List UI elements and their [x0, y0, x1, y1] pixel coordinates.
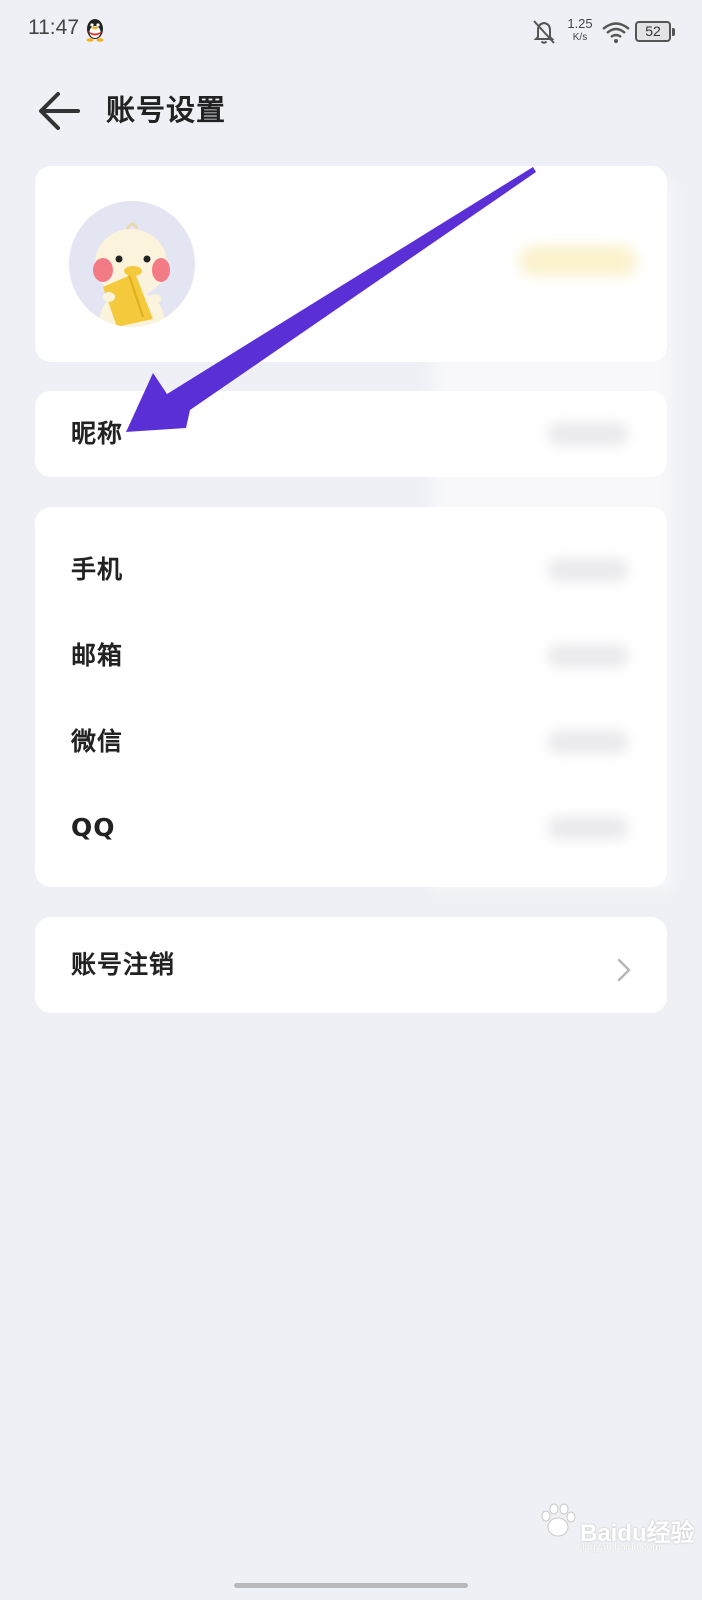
- network-speed: 1.25 K/s: [565, 17, 595, 43]
- watermark: Baidu经验 jingyan.baidu.com: [536, 1495, 695, 1555]
- duck-avatar-icon: [69, 201, 195, 327]
- binding-row-qq[interactable]: QQ: [35, 785, 667, 871]
- chevron-right-icon: [617, 958, 631, 982]
- nickname-label: 昵称: [71, 419, 124, 448]
- avatar[interactable]: [69, 201, 195, 327]
- masked-value: [547, 558, 629, 582]
- network-speed-unit: K/s: [572, 32, 588, 43]
- battery-tip: [672, 28, 675, 36]
- profile-card[interactable]: [35, 166, 667, 362]
- page-title: 账号设置: [106, 93, 227, 127]
- binding-label: 手机: [71, 555, 124, 584]
- masked-value: [547, 422, 629, 446]
- status-bar: 11:47 1.25 K/s 52: [0, 0, 702, 64]
- binding-label: 邮箱: [71, 641, 124, 670]
- battery-level: 52: [645, 23, 661, 39]
- binding-row-phone[interactable]: 手机: [35, 527, 667, 613]
- binding-label: QQ: [71, 813, 116, 842]
- nickname-card[interactable]: 昵称: [35, 391, 667, 477]
- cancel-account-row[interactable]: 账号注销: [35, 922, 667, 1008]
- masked-value: [547, 816, 629, 840]
- home-indicator[interactable]: [234, 1583, 468, 1588]
- arrow-left-icon[interactable]: [34, 86, 84, 136]
- bell-off-icon: [533, 20, 555, 44]
- battery-icon: 52: [635, 21, 675, 42]
- binding-label: 微信: [71, 727, 124, 756]
- status-time: 11:47: [28, 16, 79, 39]
- binding-row-wechat[interactable]: 微信: [35, 699, 667, 785]
- masked-username: [519, 246, 637, 276]
- bindings-card: 手机 邮箱 微信 QQ: [35, 507, 667, 887]
- masked-value: [547, 644, 629, 668]
- paw-icon: [541, 1503, 576, 1537]
- wifi-icon: [602, 22, 630, 43]
- masked-value: [547, 730, 629, 754]
- cancel-account-card[interactable]: 账号注销: [35, 917, 667, 1013]
- binding-row-email[interactable]: 邮箱: [35, 613, 667, 699]
- nickname-row[interactable]: 昵称: [35, 391, 667, 477]
- network-speed-value: 1.25: [567, 16, 593, 31]
- watermark-site: jingyan.baidu.com: [580, 1542, 661, 1553]
- qq-icon: [86, 19, 104, 42]
- cancel-account-label: 账号注销: [71, 950, 176, 979]
